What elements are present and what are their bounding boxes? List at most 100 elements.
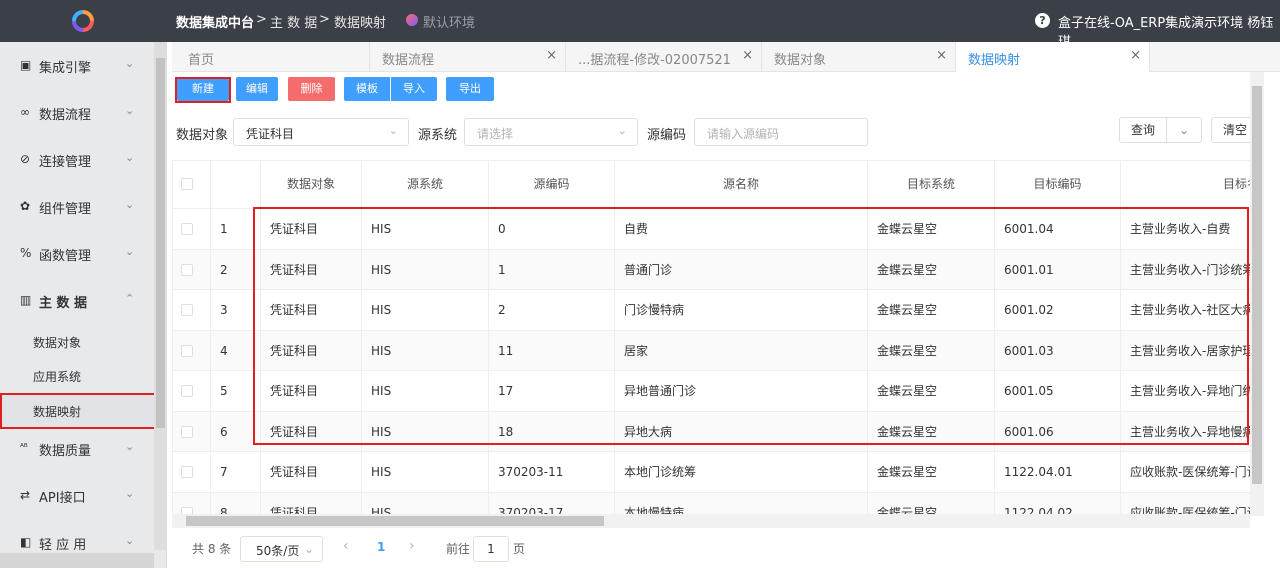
data-object-select[interactable]: 凭证科目 ⌄ (233, 118, 409, 146)
table-cell: 本地门诊统筹 (615, 452, 868, 492)
import-button[interactable]: 导入 (391, 77, 437, 101)
app-title[interactable]: 数据集成中台 (176, 12, 254, 31)
chevron-down-icon: ⌄ (125, 534, 135, 547)
table-row[interactable]: 7 凭证科目 HIS 370203-11 本地门诊统筹 金蝶云星空 1122.04.01 应收… (173, 452, 1250, 493)
row-checkbox[interactable] (181, 466, 193, 478)
next-page-button[interactable]: › (409, 538, 415, 554)
chevron-down-icon: ⌄ (388, 124, 398, 137)
sidebar-item-integration-engine[interactable]: ▣ 集成引擎 ⌄ (0, 42, 152, 89)
tab-label: 数据对象 (774, 53, 827, 68)
tab-label: 首页 (188, 53, 215, 68)
export-button[interactable]: 导出 (446, 77, 494, 101)
row-checkbox[interactable] (181, 304, 193, 316)
prev-page-button[interactable]: ‹ (343, 538, 349, 554)
row-select-cell (173, 209, 211, 249)
goto-page-input[interactable]: 1 (473, 536, 509, 562)
tab-label: 数据流程 (382, 53, 435, 68)
sidebar: ▣ 集成引擎 ⌄ ∞ 数据流程 ⌄ ⊘ 连接管理 ⌄ ✿ 组件管理 ⌄ % 函数… (0, 42, 167, 568)
table-cell: 370203-17 (489, 492, 615, 515)
new-button-highlight (175, 77, 231, 103)
table-horizontal-scrollbar-thumb[interactable] (186, 516, 604, 526)
chevron-up-icon: ⌃ (125, 292, 135, 305)
column-header[interactable]: 数据对象 (261, 161, 362, 209)
table-cell: HIS (362, 492, 489, 515)
chevron-down-icon: ⌄ (125, 198, 135, 211)
select-all-checkbox[interactable] (181, 178, 193, 190)
sidebar-subitem-app-system[interactable]: 应用系统 (0, 358, 152, 392)
row-select-cell (173, 290, 211, 330)
breadcrumb-master-data[interactable]: 主 数 据 (270, 12, 317, 31)
sidebar-item-master-data[interactable]: ▥ 主 数 据 ⌃ (0, 277, 152, 324)
row-checkbox[interactable] (181, 263, 193, 276)
table-cell: 7 (211, 452, 261, 492)
tab-data-flow-edit[interactable]: ...据流程-修改-02007521 × (566, 42, 762, 72)
index-header (211, 161, 261, 209)
close-icon[interactable]: × (1130, 48, 1141, 63)
source-code-label: 源编码 (647, 128, 687, 143)
sidebar-item-label: 组件管理 (39, 202, 92, 217)
tab-data-flow[interactable]: 数据流程 × (370, 42, 566, 72)
query-more-button[interactable]: ⌄ (1166, 117, 1202, 143)
close-icon[interactable]: × (742, 48, 753, 63)
tab-home[interactable]: 首页 (172, 42, 370, 72)
component-icon: ✿ (20, 199, 31, 213)
sidebar-subitem-data-object[interactable]: 数据对象 (0, 324, 152, 358)
sidebar-item-connections[interactable]: ⊘ 连接管理 ⌄ (0, 136, 152, 183)
row-select-cell (173, 452, 211, 492)
source-system-select[interactable]: 请选择 ⌄ (464, 118, 638, 146)
sidebar-item-data-quality[interactable]: ᴬᴮ 数据质量 ⌄ (0, 425, 152, 472)
table-row[interactable]: 8 凭证科目 HIS 370203-17 本地慢特病 金蝶云星空 1122.04.02 应收账… (173, 492, 1250, 515)
column-header[interactable]: 目标编码 (995, 161, 1121, 209)
sidebar-subitem-data-mapping[interactable]: 数据映射 (0, 393, 158, 429)
row-checkbox[interactable] (181, 223, 193, 235)
page-size-select[interactable]: 50条/页 ⌄ (240, 536, 323, 562)
query-button[interactable]: 查询 (1119, 117, 1167, 143)
sidebar-horizontal-scrollbar[interactable] (0, 553, 154, 568)
source-code-input[interactable]: 请输入源编码 (694, 118, 868, 146)
breadcrumb-separator: > (319, 12, 330, 27)
row-select-cell (173, 411, 211, 452)
delete-button[interactable]: 删除 (288, 77, 335, 101)
table-cell: 本地慢特病 (615, 492, 868, 515)
row-checkbox[interactable] (181, 385, 193, 397)
close-icon[interactable]: × (546, 48, 557, 63)
edit-button[interactable]: 编辑 (236, 77, 278, 101)
help-icon[interactable]: ? (1035, 13, 1050, 28)
table-cell: 金蝶云星空 (868, 492, 995, 515)
template-button[interactable]: 模板 (344, 77, 390, 101)
sidebar-item-functions[interactable]: % 函数管理 ⌄ (0, 230, 152, 277)
row-checkbox[interactable] (181, 425, 193, 438)
percent-icon: % (20, 246, 32, 260)
table-header: 数据对象 源系统 源编码 源名称 目标系统 目标编码 目标名称 (173, 161, 1250, 209)
close-icon[interactable]: × (936, 48, 947, 63)
tab-data-mapping[interactable]: 数据映射 × (956, 42, 1150, 72)
row-checkbox[interactable] (181, 344, 193, 357)
sidebar-item-data-flow[interactable]: ∞ 数据流程 ⌄ (0, 89, 152, 136)
sidebar-item-label: 连接管理 (39, 155, 92, 170)
column-header[interactable]: 目标名称 (1121, 161, 1250, 209)
table-vertical-scrollbar-thumb[interactable] (1252, 86, 1262, 484)
sidebar-item-api[interactable]: ⇄ API接口 ⌄ (0, 472, 152, 519)
top-bar: 数据集成中台 > 主 数 据 > 数据映射 默认环境 ? 盒子在线-OA_ERP… (0, 0, 1280, 50)
page-number-current[interactable]: 1 (377, 540, 385, 554)
column-header[interactable]: 源名称 (615, 161, 868, 209)
row-select-cell (173, 330, 211, 371)
column-header[interactable]: 源系统 (362, 161, 489, 209)
column-header[interactable]: 目标系统 (868, 161, 995, 209)
environment-selector[interactable]: 默认环境 (423, 12, 475, 31)
row-select-cell (173, 492, 211, 515)
sidebar-subitem-label: 应用系统 (33, 370, 82, 384)
chevron-down-icon: ⌄ (125, 487, 135, 500)
source-system-placeholder: 请选择 (477, 127, 514, 141)
infinity-icon: ∞ (20, 105, 30, 119)
total-count: 共 8 条 (192, 542, 232, 556)
tab-data-object[interactable]: 数据对象 × (762, 42, 956, 72)
box-icon: ◧ (20, 535, 32, 549)
tab-bar: 首页 数据流程 × ...据流程-修改-02007521 × 数据对象 × 数据… (172, 42, 1280, 72)
sidebar-item-label: 函数管理 (39, 249, 92, 264)
sidebar-item-components[interactable]: ✿ 组件管理 ⌄ (0, 183, 152, 230)
map-icon: ▥ (20, 293, 32, 307)
column-header[interactable]: 源编码 (489, 161, 615, 209)
sidebar-scrollbar-thumb[interactable] (156, 58, 165, 428)
app-logo-icon (72, 10, 94, 32)
